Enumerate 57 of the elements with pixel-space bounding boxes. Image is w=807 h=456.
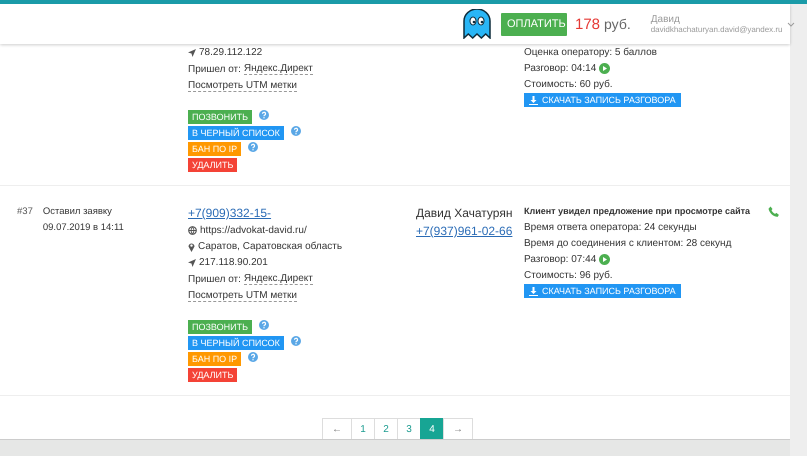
play-icon[interactable]	[599, 63, 610, 74]
client-city: Саратов, Саратовская область	[198, 241, 342, 252]
source-link[interactable]: Яндекс.Директ	[244, 273, 313, 285]
help-icon[interactable]	[258, 320, 269, 330]
action-button[interactable]: УДАЛИТЬ	[188, 368, 238, 382]
user-name: Давид	[650, 14, 681, 25]
help-icon[interactable]	[248, 352, 258, 362]
download-recording-button[interactable]: СКАЧАТЬ ЗАПИСЬ РАЗГОВОРА	[524, 93, 681, 107]
action-button[interactable]: В ЧЕРНЫЙ СПИСОК	[188, 336, 284, 350]
location-arrow-icon	[188, 258, 196, 266]
call-summary-title: Клиент увидел предложение при просмотре сайта	[524, 206, 750, 217]
download-icon	[529, 286, 538, 296]
action-button[interactable]: В ЧЕРНЫЙ СПИСОК	[188, 126, 284, 140]
help-icon[interactable]	[258, 110, 269, 120]
help-icon[interactable]	[290, 126, 301, 136]
action-button[interactable]: ПОЗВОНИТЬ	[188, 320, 252, 334]
page-button[interactable]: →	[443, 418, 473, 441]
source-label: Пришел от:	[188, 64, 241, 74]
download-icon	[529, 96, 538, 104]
event-label: Оставил заявку	[42, 206, 113, 217]
call-detail: Оценка оператору: 5 баллов	[524, 47, 657, 58]
ghost-icon	[463, 9, 491, 39]
record-number: #37	[17, 206, 33, 217]
call-detail: Время до соединения с клиентом: 28 секунд	[524, 238, 732, 249]
source-link[interactable]: Яндекс.Директ	[244, 63, 313, 75]
source-label: Пришел от:	[188, 274, 241, 284]
globe-icon	[188, 226, 197, 235]
talk-duration: Разговор: 04:14	[524, 63, 596, 74]
help-icon[interactable]	[248, 142, 258, 152]
operator-name: Давид Хачатурян	[416, 206, 512, 220]
location-pin-icon	[188, 242, 195, 252]
utm-link[interactable]: Посмотреть UTM метки	[188, 80, 297, 92]
balance-currency: руб.	[604, 16, 631, 32]
download-recording-button[interactable]: СКАЧАТЬ ЗАПИСЬ РАЗГОВОРА	[524, 284, 681, 298]
utm-link[interactable]: Посмотреть UTM метки	[188, 290, 297, 302]
talk-duration: Разговор: 07:44	[524, 254, 596, 265]
call-detail: Время ответа оператора: 24 секунды	[524, 222, 697, 233]
action-button[interactable]: БАН ПО IP	[188, 142, 242, 156]
pay-button[interactable]: ОПЛАТИТЬ	[501, 12, 567, 36]
action-button[interactable]: БАН ПО IP	[188, 352, 242, 366]
phone-icon[interactable]	[768, 206, 780, 218]
call-detail: Стоимость: 96 руб.	[524, 270, 613, 281]
help-icon[interactable]	[290, 336, 301, 346]
operator-phone-link[interactable]: +7(937)961-02-66	[416, 224, 512, 238]
action-button[interactable]: УДАЛИТЬ	[188, 158, 238, 172]
client-ip: 78.29.112.122	[199, 47, 262, 58]
action-button[interactable]: ПОЗВОНИТЬ	[188, 110, 252, 124]
client-phone-link[interactable]: +7(909)332-15-	[188, 206, 272, 220]
play-icon[interactable]	[599, 254, 610, 265]
site-url: https://advokat-david.ru/	[200, 225, 307, 236]
balance-amount: 178	[575, 16, 600, 32]
location-arrow-icon	[188, 48, 196, 56]
call-detail: Стоимость: 60 руб.	[524, 79, 613, 90]
client-ip: 217.118.90.201	[199, 257, 268, 268]
user-email: davidkhachaturyan.david@yandex.ru	[650, 25, 782, 34]
chevron-down-icon[interactable]	[786, 22, 794, 26]
event-date: 09.07.2019 в 14:11	[42, 222, 124, 233]
